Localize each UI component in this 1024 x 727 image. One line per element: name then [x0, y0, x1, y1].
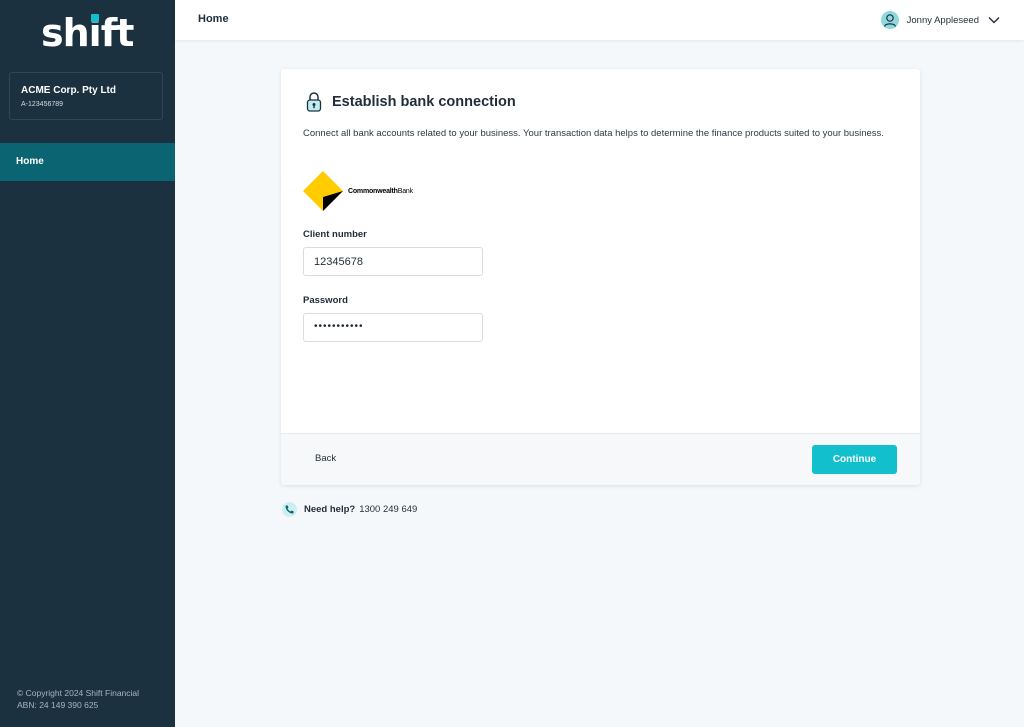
logo-text-i: i	[88, 11, 102, 55]
lock-icon	[306, 92, 322, 112]
top-bar: Home Jonny Appleseed	[175, 0, 1024, 40]
client-number-label: Client number	[303, 229, 367, 240]
sidebar-footer: © Copyright 2024 Shift Financial ABN: 24…	[17, 687, 139, 711]
user-menu[interactable]: Jonny Appleseed	[880, 11, 1000, 29]
help-label: Need help?	[304, 504, 356, 515]
page-title: Home	[198, 13, 229, 25]
commonwealth-bank-logo: CommonwealthBank	[303, 171, 413, 211]
card-description: Connect all bank accounts related to you…	[303, 128, 884, 139]
chevron-down-icon[interactable]	[988, 16, 1000, 24]
bank-name: CommonwealthBank	[348, 188, 413, 195]
user-icon	[880, 11, 899, 29]
shift-logo[interactable]: shi ft	[41, 11, 135, 55]
sidebar: shi ft ACME Corp. Pty Ltd A-123456789 Hom…	[0, 0, 175, 727]
help-section: Need help? 1300 249 649	[282, 502, 417, 517]
password-input[interactable]: •••••••••••	[303, 313, 483, 342]
logo-text-start: sh	[41, 11, 90, 55]
logo-text-end: ft	[100, 11, 135, 55]
user-name: Jonny Appleseed	[906, 14, 979, 26]
back-button[interactable]: Back	[315, 453, 336, 464]
organization-id: A-123456789	[21, 101, 64, 108]
bank-connection-card: Establish bank connection Connect all ba…	[281, 69, 920, 485]
help-phone-number[interactable]: 1300 249 649	[359, 504, 417, 515]
copyright-text: © Copyright 2024 Shift Financial	[17, 688, 140, 698]
card-header: Establish bank connection	[305, 91, 516, 113]
logo-dot	[90, 14, 99, 22]
client-number-input[interactable]	[303, 247, 483, 276]
card-title: Establish bank connection	[332, 94, 516, 110]
abn-text: ABN: 24 149 390 625	[17, 700, 99, 710]
bank-name-regular: Bank	[397, 187, 413, 195]
organization-name: ACME Corp. Pty Ltd	[21, 85, 116, 96]
card-footer: Back Continue	[281, 433, 920, 485]
continue-button[interactable]: Continue	[812, 445, 897, 474]
password-label: Password	[303, 295, 348, 306]
bank-diamond-icon	[303, 171, 343, 211]
phone-icon	[282, 502, 297, 517]
sidebar-item-home[interactable]: Home	[0, 143, 175, 181]
organization-card[interactable]: ACME Corp. Pty Ltd A-123456789	[9, 72, 163, 120]
bank-name-bold: Commonwealth	[348, 187, 398, 195]
